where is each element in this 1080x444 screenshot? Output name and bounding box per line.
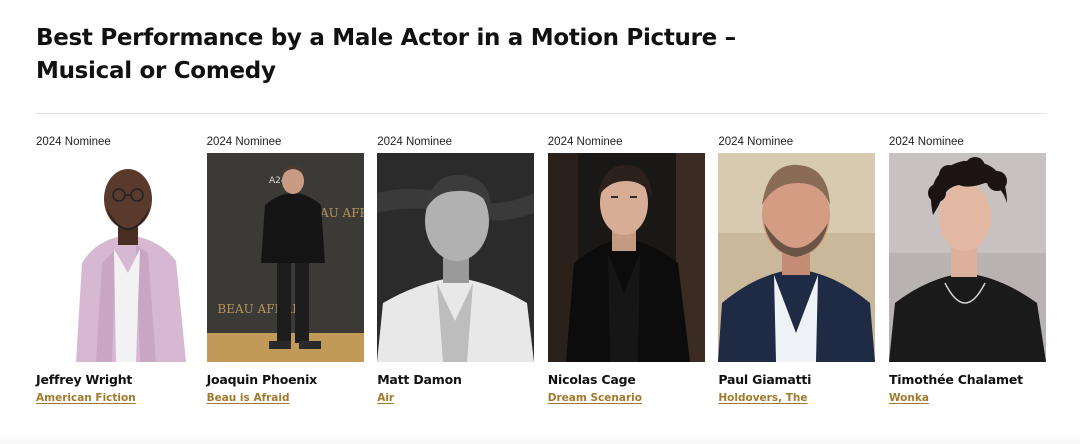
divider	[36, 113, 1046, 114]
nominee-photo-timothee-chalamet[interactable]	[888, 153, 1046, 362]
nominee-film-link[interactable]: Dream Scenario	[548, 392, 642, 404]
nominee-photo-matt-damon[interactable]	[377, 153, 535, 362]
nominee-film-link[interactable]: Air	[377, 392, 394, 404]
footer-edge	[0, 436, 1080, 444]
nominee-year-label: 2024 Nominee	[718, 136, 794, 148]
nominee-year-label: 2024 Nominee	[206, 136, 282, 148]
nominee-photo-paul-giamatti[interactable]	[718, 153, 876, 362]
nominee-name[interactable]: Timothée Chalamet	[889, 371, 1046, 388]
nominee-photo-joaquin-phoenix[interactable]: BEAU AFRAID BEAU AFRAID A24	[206, 153, 364, 362]
nominee-card-matt-damon: 2024 Nominee Matt Damon Air	[377, 134, 535, 406]
nominee-card-jeffrey-wright: 2024 Nominee Jeffrey Wright American Fic…	[36, 134, 193, 406]
backdrop-logo-text: BEAU AFRAID	[217, 302, 306, 316]
nominee-year-label: 2024 Nominee	[888, 136, 964, 148]
nominee-name[interactable]: Paul Giamatti	[718, 371, 875, 388]
nominee-film-link[interactable]: Beau is Afraid	[207, 392, 290, 404]
nominee-film-link[interactable]: American Fiction	[36, 392, 136, 404]
nominee-name[interactable]: Jeffrey Wright	[36, 371, 193, 388]
nominee-card-paul-giamatti: 2024 Nominee Paul Giamatti Holdovers, Th…	[718, 134, 876, 406]
nominee-film-link[interactable]: Wonka	[889, 392, 929, 404]
category-title: Best Performance by a Male Actor in a Mo…	[36, 25, 736, 84]
nominee-card-joaquin-phoenix: 2024 Nominee BEAU AFRAID BEAU AFRAID A24	[206, 134, 364, 406]
nominee-film-link[interactable]: Holdovers, The	[718, 392, 807, 404]
nominee-photo-nicolas-cage[interactable]	[547, 153, 705, 362]
nominee-name[interactable]: Matt Damon	[377, 371, 534, 388]
nominee-year-label: 2024 Nominee	[377, 136, 452, 148]
nominee-photo-jeffrey-wright[interactable]	[36, 153, 193, 362]
nominee-list: 2024 Nominee Jeffrey Wright American Fic…	[36, 134, 1046, 406]
nominee-name[interactable]: Joaquin Phoenix	[207, 371, 364, 388]
nominee-year-label: 2024 Nominee	[36, 136, 111, 148]
nominee-card-nicolas-cage: 2024 Nominee Nicolas Cage Dream Scenario	[547, 134, 705, 406]
nominee-card-timothee-chalamet: 2024 Nominee Timothée Chalamet Wonka	[888, 134, 1046, 406]
nominee-name[interactable]: Nicolas Cage	[548, 371, 705, 388]
nominee-year-label: 2024 Nominee	[547, 136, 623, 148]
